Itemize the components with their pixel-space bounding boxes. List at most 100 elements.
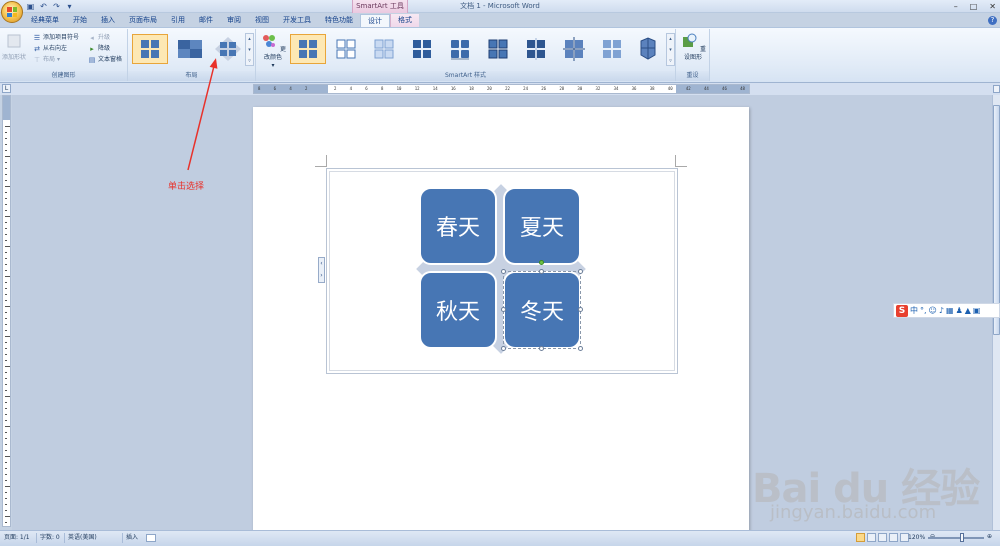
page-count[interactable]: 页面: 1/1 xyxy=(4,534,30,542)
zoom-in-button[interactable]: ⊕ xyxy=(987,533,992,541)
tab-view[interactable]: 视图 xyxy=(248,14,276,27)
web-layout-view-button[interactable] xyxy=(878,533,887,542)
styles-gallery-scroll[interactable]: ▴ ▾ ▿ xyxy=(666,33,675,66)
style-option-4[interactable] xyxy=(404,34,440,64)
vertical-ruler-tick xyxy=(5,426,10,427)
layout-option-1[interactable] xyxy=(132,34,168,64)
bullet-icon: ☰ xyxy=(33,33,41,42)
language-indicator[interactable]: 英语(美国) xyxy=(68,534,97,542)
resize-handle[interactable] xyxy=(539,269,544,274)
emoji-icon[interactable]: ☺ xyxy=(929,305,937,317)
layout-dropdown-button[interactable]: ⊤ 布局 ▾ xyxy=(33,55,60,64)
punctuation-icon[interactable]: °, xyxy=(920,305,927,317)
resize-handle[interactable] xyxy=(501,269,506,274)
customize-dropdown-icon[interactable]: ▾ xyxy=(65,2,74,11)
style-thumb-icon xyxy=(299,40,317,58)
tab-design[interactable]: 设计 xyxy=(360,14,390,27)
resize-handle[interactable] xyxy=(578,346,583,351)
style-option-7[interactable] xyxy=(518,34,554,64)
group-layouts: ▴ ▾ ▿ 布局 xyxy=(128,29,256,81)
tile-summer[interactable]: 夏天 xyxy=(503,187,581,265)
help-icon[interactable]: ? xyxy=(988,16,997,25)
zoom-slider-thumb[interactable] xyxy=(960,533,964,542)
reset-graphic-button[interactable]: 重设图形 xyxy=(678,32,708,62)
demote-button[interactable]: ▸ 降级 xyxy=(88,44,110,53)
full-screen-reading-view-button[interactable] xyxy=(867,533,876,542)
tab-selector-button[interactable]: L xyxy=(2,84,11,93)
text-pane-button[interactable]: ▤ 文本窗格 xyxy=(88,55,122,64)
tab-review[interactable]: 审阅 xyxy=(220,14,248,27)
zoom-level[interactable]: 120% xyxy=(908,534,925,542)
ruler-tick-label: 42 xyxy=(685,86,691,91)
style-option-5[interactable] xyxy=(442,34,478,64)
org-chart-icon: ⊤ xyxy=(33,55,41,64)
style-option-6[interactable] xyxy=(480,34,516,64)
tile-autumn[interactable]: 秋天 xyxy=(419,271,497,349)
undo-icon[interactable]: ↶ xyxy=(39,2,48,11)
maximize-button[interactable]: □ xyxy=(970,0,978,13)
ribbon-tabs: 经典菜单 开始 插入 页面布局 引用 邮件 审阅 视图 开发工具 特色功能 设计… xyxy=(24,13,419,27)
tab-classic-menu[interactable]: 经典菜单 xyxy=(24,14,66,27)
zoom-slider[interactable] xyxy=(928,537,984,539)
view-ruler-toggle[interactable] xyxy=(993,85,1000,93)
vertical-ruler[interactable] xyxy=(2,95,11,527)
resize-handle[interactable] xyxy=(578,269,583,274)
promote-button[interactable]: ◂ 升级 xyxy=(88,33,110,42)
style-option-3[interactable] xyxy=(366,34,402,64)
tab-insert[interactable]: 插入 xyxy=(94,14,122,27)
print-layout-view-button[interactable] xyxy=(856,533,865,542)
layout-option-3[interactable] xyxy=(210,34,246,64)
office-button[interactable] xyxy=(1,1,23,23)
change-colors-button[interactable]: 更改颜色 ▾ xyxy=(258,32,288,70)
rotate-handle[interactable] xyxy=(539,260,544,265)
text-pane-toggle[interactable]: ‹ › xyxy=(318,257,325,283)
layout-matrix-icon xyxy=(178,40,202,58)
vertical-ruler-tick xyxy=(5,438,7,439)
title-bar: ▣ ↶ ↷ ▾ 文档 1 - Microsoft Word SmartArt 工… xyxy=(0,0,1000,13)
style-option-10[interactable] xyxy=(630,34,666,64)
save-icon[interactable]: ▣ xyxy=(26,2,35,11)
skin-icon[interactable]: ▲ xyxy=(965,305,971,317)
vertical-ruler-tick xyxy=(5,456,10,457)
layouts-gallery-scroll[interactable]: ▴ ▾ ▿ xyxy=(245,33,254,66)
scrollbar-thumb[interactable] xyxy=(993,105,1000,335)
close-button[interactable]: ✕ xyxy=(989,0,996,13)
tab-page-layout[interactable]: 页面布局 xyxy=(122,14,164,27)
add-bullet-button[interactable]: ☰ 添加项目符号 xyxy=(33,33,79,42)
right-to-left-button[interactable]: ⇄ 从右向左 xyxy=(33,44,67,53)
settings-icon[interactable]: ▣ xyxy=(973,305,981,317)
style-option-1[interactable] xyxy=(290,34,326,64)
tab-format[interactable]: 格式 xyxy=(390,14,419,27)
word-count[interactable]: 字数: 0 xyxy=(40,534,60,542)
user-icon[interactable]: ♟ xyxy=(956,305,963,317)
add-shape-button[interactable]: 添加形状 xyxy=(2,32,26,62)
keyboard-icon[interactable]: ▦ xyxy=(946,305,954,317)
outline-view-button[interactable] xyxy=(889,533,898,542)
tab-references[interactable]: 引用 xyxy=(164,14,192,27)
tab-home[interactable]: 开始 xyxy=(66,14,94,27)
minimize-button[interactable]: – xyxy=(954,0,958,13)
layout-option-2[interactable] xyxy=(172,34,208,64)
ruler-tick-label: 4 xyxy=(289,86,292,91)
redo-icon[interactable]: ↷ xyxy=(52,2,61,11)
tile-spring[interactable]: 春天 xyxy=(419,187,497,265)
style-option-2[interactable] xyxy=(328,34,364,64)
resize-handle[interactable] xyxy=(539,346,544,351)
ime-mode-toggle[interactable]: 中 xyxy=(910,305,918,317)
microphone-icon[interactable]: ♪ xyxy=(939,305,944,317)
style-thumb-icon xyxy=(488,39,508,59)
document-page[interactable]: ‹ › 春天 夏天 秋天 冬天 xyxy=(253,107,749,530)
macro-record-icon[interactable] xyxy=(146,534,156,542)
tab-mailings[interactable]: 邮件 xyxy=(192,14,220,27)
insert-mode[interactable]: 插入 xyxy=(126,534,138,542)
tab-developer[interactable]: 开发工具 xyxy=(276,14,318,27)
resize-handle[interactable] xyxy=(501,346,506,351)
style-option-9[interactable] xyxy=(594,34,630,64)
style-option-8[interactable] xyxy=(556,34,592,64)
sogou-logo-icon[interactable]: S xyxy=(896,304,908,317)
horizontal-ruler[interactable]: 8 6 4 2 2 4 6 8 10 12 14 16 18 20 22 24 26 28 30 32 34 36 38 40… xyxy=(253,84,750,94)
vertical-ruler-tick xyxy=(5,408,7,409)
resize-handle[interactable] xyxy=(501,307,506,312)
resize-handle[interactable] xyxy=(578,307,583,312)
tab-features[interactable]: 特色功能 xyxy=(318,14,360,27)
